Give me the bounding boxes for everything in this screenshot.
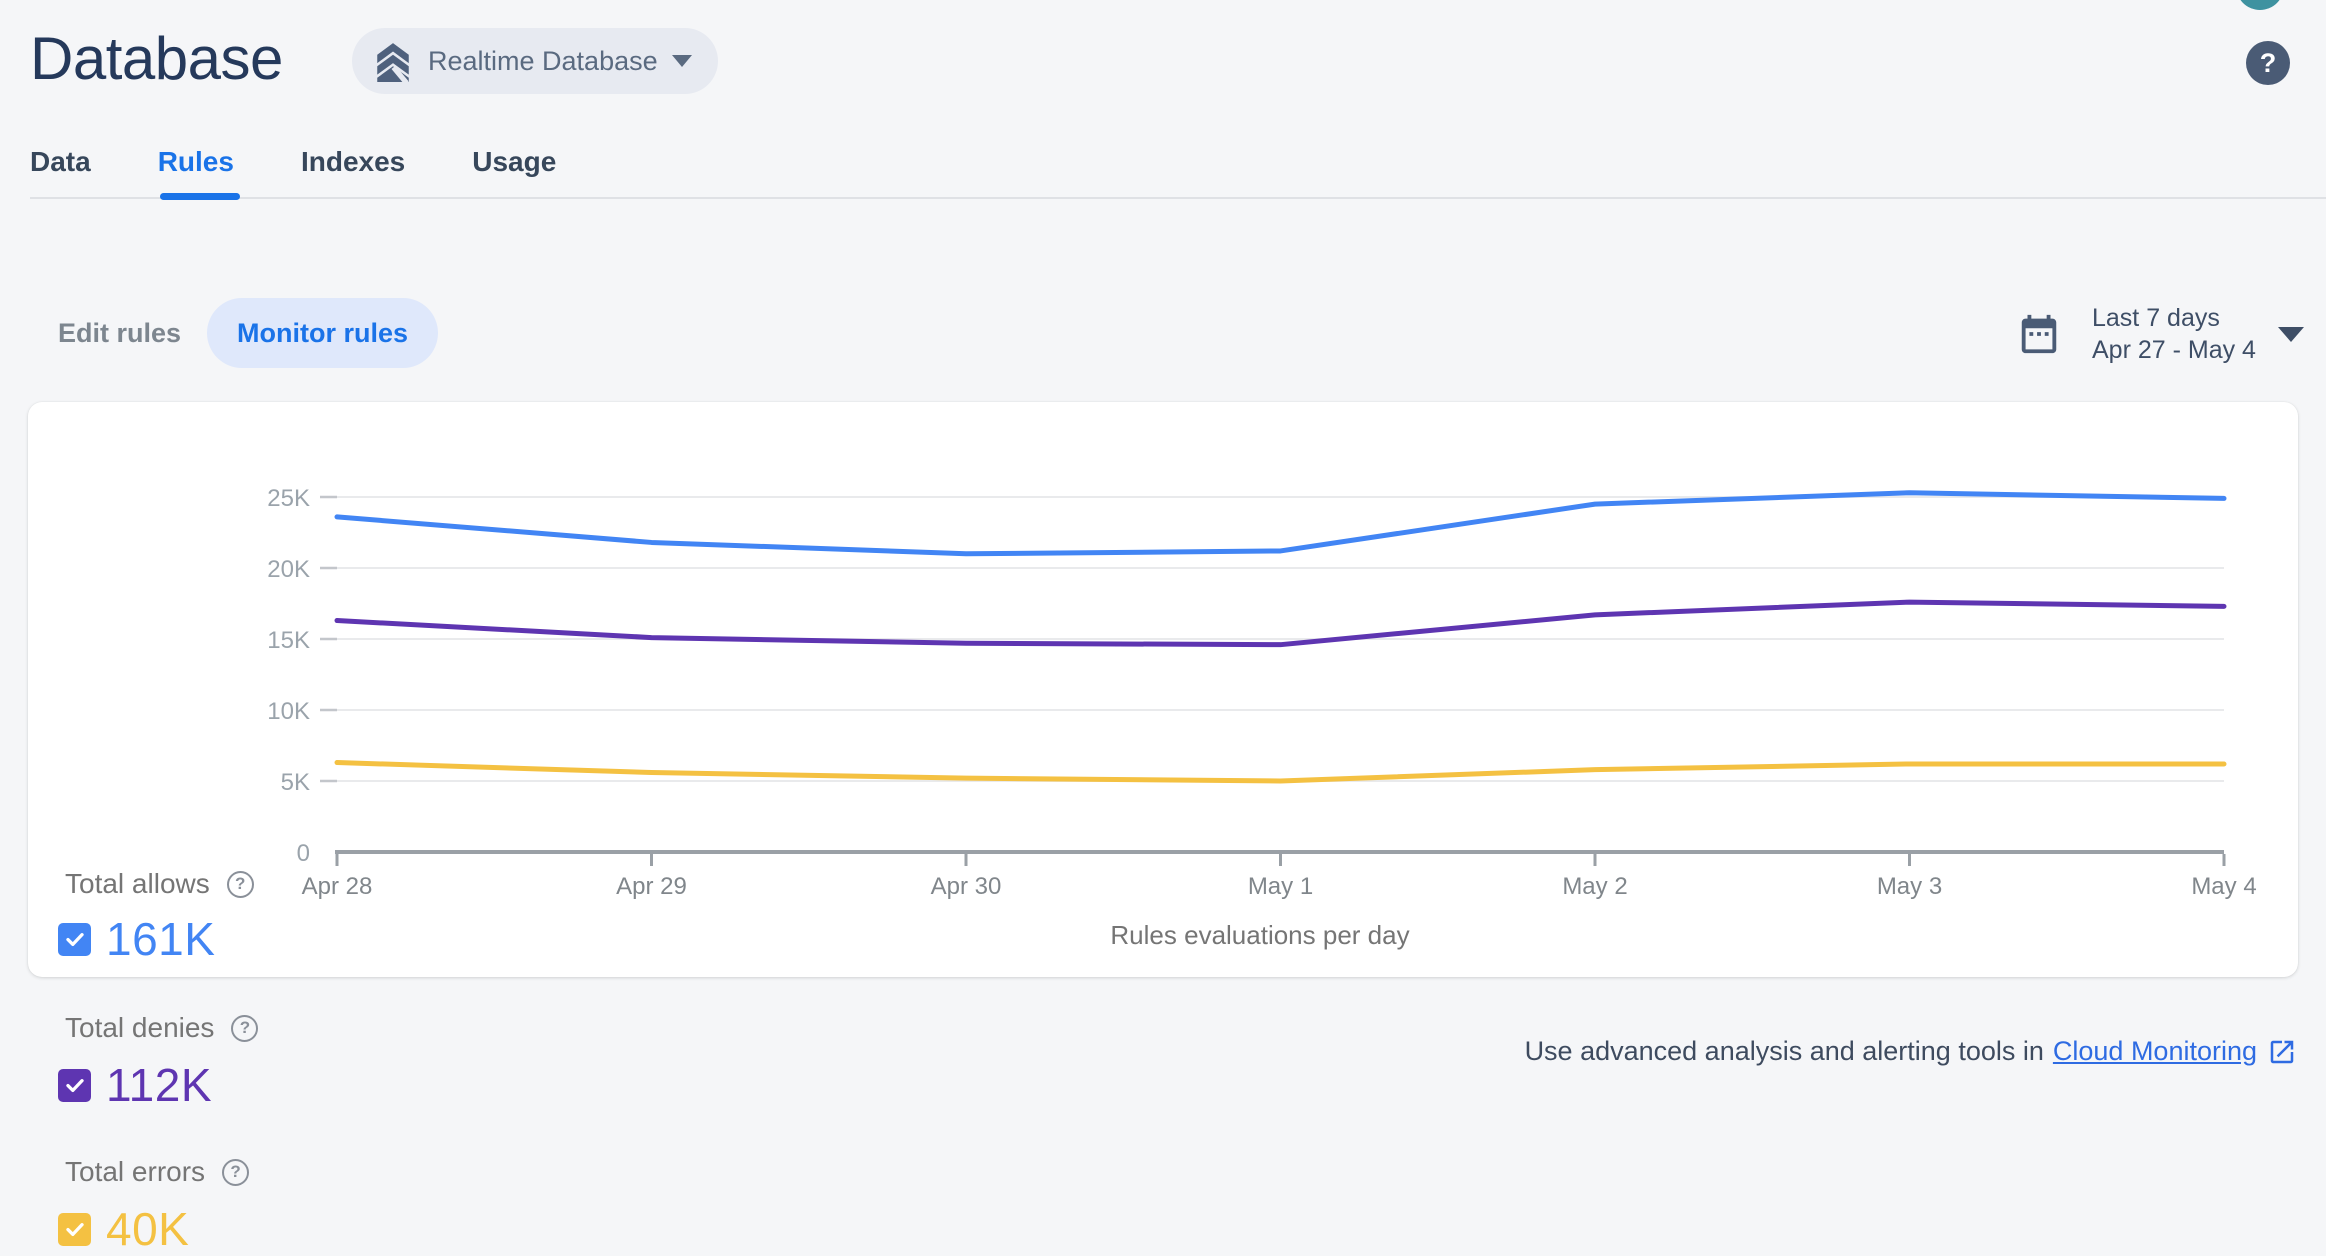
- edit-rules-button[interactable]: Edit rules: [58, 318, 181, 349]
- question-mark-glyph: ?: [2259, 47, 2277, 78]
- active-tab-indicator: [160, 193, 240, 200]
- x-axis-label: Apr 29: [616, 873, 687, 900]
- allows-checkbox[interactable]: [58, 922, 91, 956]
- checkmark-icon: [65, 1223, 84, 1237]
- x-axis-label: Apr 30: [931, 873, 1002, 900]
- checkmark-icon: [65, 1079, 84, 1093]
- chevron-down-icon: [2277, 326, 2304, 342]
- external-link-icon: [2267, 1037, 2297, 1067]
- chart-caption: Rules evaluations per day: [1110, 920, 1410, 950]
- date-range-preset: Last 7 days: [2092, 304, 2220, 332]
- tab-data[interactable]: Data: [30, 146, 91, 188]
- legend-row-allows: 161K: [58, 912, 215, 966]
- checkmark-icon: [65, 933, 84, 947]
- rules-monitor-card: Total allows ? 161K Total denies ? 112K: [28, 402, 2298, 1255]
- y-axis-label: 5K: [281, 769, 310, 796]
- legend-label-errors: Total errors ?: [65, 1156, 250, 1188]
- tab-divider: [30, 197, 2326, 199]
- total-errors-value: 40K: [106, 1203, 190, 1255]
- footer-text: Use advanced analysis and alerting tools…: [1524, 1036, 2044, 1066]
- legend-row-errors: 40K: [58, 1202, 189, 1256]
- legend-row-denies: 112K: [58, 1058, 212, 1112]
- tab-usage[interactable]: Usage: [472, 146, 556, 188]
- realtime-database-dropdown[interactable]: Realtime Database: [352, 28, 718, 94]
- y-axis-label: 20K: [267, 556, 310, 583]
- date-range-selector[interactable]: Last 7 days Apr 27 - May 4: [2016, 296, 2304, 372]
- footer-note: Use advanced analysis and alerting tools…: [1525, 1036, 2297, 1067]
- y-axis-label: 15K: [267, 627, 310, 654]
- y-axis-label: 0: [297, 840, 310, 867]
- y-axis-label: 25K: [267, 485, 310, 512]
- denies-checkbox[interactable]: [58, 1068, 91, 1102]
- legend-label-text: Total allows: [65, 868, 210, 899]
- total-denies-value: 112K: [106, 1059, 213, 1111]
- legend-label-text: Total errors: [65, 1156, 206, 1187]
- help-icon[interactable]: ?: [222, 1158, 250, 1186]
- legend-label-allows: Total allows ?: [65, 868, 254, 900]
- x-axis-label: Apr 28: [302, 873, 373, 900]
- x-axis-label: May 4: [2191, 873, 2256, 900]
- realtime-database-icon: [372, 40, 414, 82]
- date-range-dates: Apr 27 - May 4: [2092, 336, 2256, 364]
- chip-label: Realtime Database: [428, 45, 658, 76]
- rules-evaluations-chart: 0 5K 10K 15K 20K 25K Apr 28 Apr 29 Apr 30 May 1 Ma…: [267, 485, 2256, 900]
- help-icon[interactable]: ?: [231, 1014, 259, 1042]
- date-range-text: Last 7 days Apr 27 - May 4: [2092, 302, 2256, 366]
- legend-label-text: Total denies: [65, 1012, 215, 1043]
- y-axis-label: 10K: [267, 698, 310, 725]
- page-title: Database: [30, 25, 283, 92]
- calendar-icon: [2016, 309, 2062, 359]
- series-line-total-errors: [334, 760, 2227, 784]
- tab-indexes[interactable]: Indexes: [301, 146, 405, 188]
- firebase-database-rules-page: ? Database Realtime Database Data Rules …: [0, 0, 2326, 1255]
- help-icon[interactable]: ?: [2246, 41, 2290, 85]
- tab-rules[interactable]: Rules: [158, 146, 234, 188]
- total-allows-value: 161K: [106, 913, 216, 965]
- user-avatar[interactable]: [2236, 0, 2284, 10]
- x-axis-label: May 3: [1877, 873, 1942, 900]
- legend-label-denies: Total denies ?: [65, 1012, 259, 1044]
- errors-checkbox[interactable]: [58, 1212, 91, 1246]
- series-line-total-allows: [334, 490, 2227, 557]
- cloud-monitoring-link[interactable]: Cloud Monitoring: [2053, 1036, 2257, 1067]
- chevron-down-icon: [671, 55, 692, 67]
- tab-bar: Data Rules Indexes Usage: [30, 146, 556, 188]
- x-axis-label: May 1: [1248, 873, 1313, 900]
- monitor-rules-button[interactable]: Monitor rules: [207, 298, 438, 368]
- x-axis-label: May 2: [1562, 873, 1627, 900]
